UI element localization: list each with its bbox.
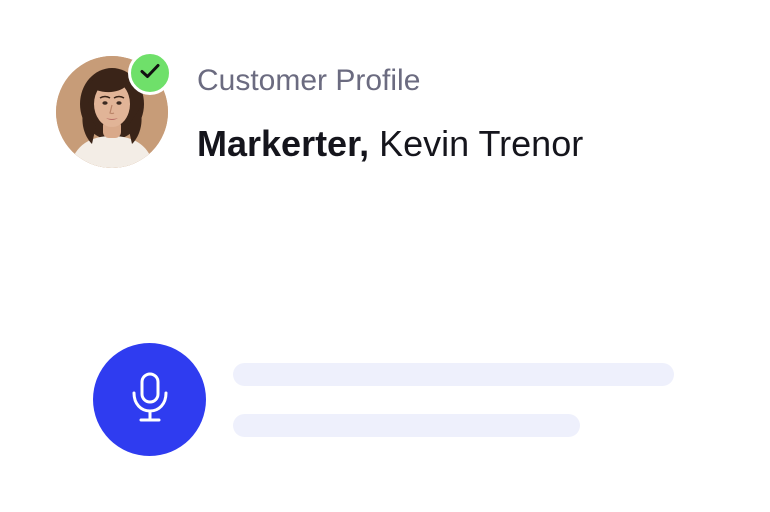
microphone-button[interactable] bbox=[93, 343, 206, 456]
profile-role: Markerter, bbox=[197, 123, 370, 164]
checkmark-icon bbox=[140, 63, 160, 84]
profile-label: Customer Profile bbox=[197, 64, 421, 97]
verified-badge bbox=[128, 51, 172, 95]
profile-name: Markerter, Kevin Trenor bbox=[197, 123, 583, 165]
transcript-placeholder-line bbox=[233, 414, 580, 437]
microphone-icon bbox=[128, 371, 172, 428]
transcript-placeholder-line bbox=[233, 363, 674, 386]
profile-person-name: Kevin Trenor bbox=[369, 123, 584, 164]
